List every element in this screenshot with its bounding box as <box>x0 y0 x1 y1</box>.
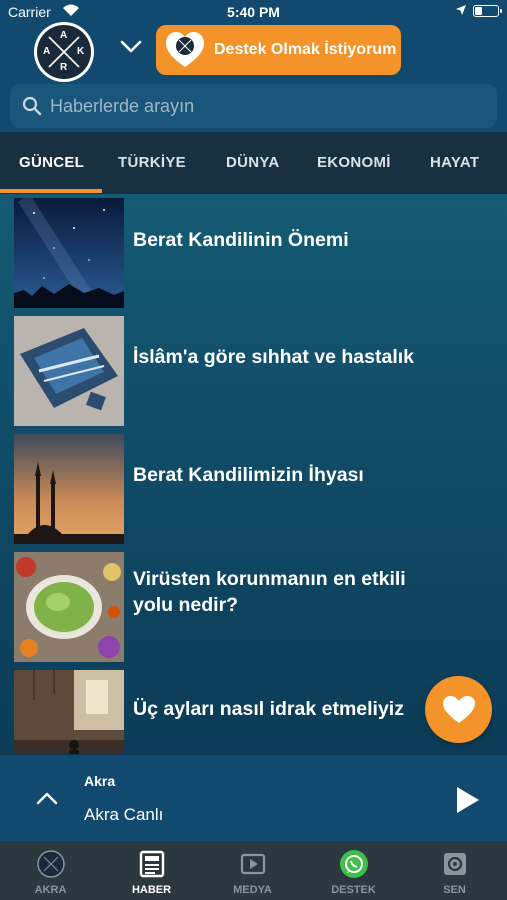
news-list[interactable]: Berat Kandilinin Önemi İslâm'a göre sıhh… <box>0 194 507 754</box>
nav-haber[interactable]: HABER <box>101 841 202 900</box>
support-button-label: Destek Olmak İstiyorum <box>214 41 397 58</box>
category-tabs: GÜNCEL TÜRKİYE DÜNYA EKONOMİ HAYAT <box>0 134 507 194</box>
player-channel: Akra <box>84 773 116 789</box>
nav-label: DESTEK <box>331 884 376 896</box>
nav-destek[interactable]: DESTEK <box>303 841 404 900</box>
list-item[interactable]: Berat Kandilinin Önemi <box>0 194 507 312</box>
akra-logo-icon <box>37 850 65 878</box>
tab-dunya[interactable]: DÜNYA <box>226 154 279 171</box>
article-title[interactable]: Berat Kandilinin Önemi <box>133 227 503 253</box>
article-thumbnail <box>14 198 124 308</box>
support-button[interactable]: Destek Olmak İstiyorum <box>156 25 401 75</box>
list-item[interactable]: Virüsten korunmanın en etkili yolu nedir… <box>0 548 507 666</box>
active-tab-indicator <box>0 189 102 193</box>
tab-hayat[interactable]: HAYAT <box>430 154 479 171</box>
live-player-bar[interactable]: Akra Akra Canlı <box>0 755 507 841</box>
nav-label: SEN <box>443 884 466 896</box>
nav-sen[interactable]: SEN <box>404 841 505 900</box>
media-icon <box>240 853 266 875</box>
search-field[interactable] <box>10 84 497 128</box>
app-header: A K R A Destek Olmak İstiyorum <box>0 22 507 82</box>
article-thumbnail <box>14 552 124 662</box>
settings-icon <box>444 853 466 875</box>
tab-turkiye[interactable]: TÜRKİYE <box>118 154 186 171</box>
status-bar: Carrier 5:40 PM <box>0 0 507 22</box>
akra-logo-mark: A K R A <box>37 25 91 79</box>
logo-letter-left: A <box>43 46 51 57</box>
logo-letter-bottom: R <box>60 62 68 73</box>
search-bar <box>0 82 507 132</box>
list-item[interactable]: Berat Kandilimizin İhyası <box>0 430 507 548</box>
nav-label: AKRA <box>34 884 67 896</box>
play-icon[interactable] <box>455 785 481 815</box>
nav-label: HABER <box>131 884 172 896</box>
article-title-line: Virüsten korunmanın en etkili <box>133 568 406 590</box>
nav-akra[interactable]: AKRA <box>0 841 101 900</box>
location-icon <box>456 5 466 15</box>
tab-guncel[interactable]: GÜNCEL <box>19 154 84 171</box>
article-title[interactable]: Virüsten korunmanın en etkili yolu nedir… <box>133 566 503 618</box>
search-input[interactable] <box>50 95 470 117</box>
heart-logo-icon <box>166 32 204 67</box>
tab-ekonomi[interactable]: EKONOMİ <box>317 154 391 171</box>
article-title[interactable]: İslâm'a göre sıhhat ve hastalık <box>133 344 503 370</box>
status-time: 5:40 PM <box>227 4 280 20</box>
search-icon <box>22 96 42 116</box>
article-thumbnail <box>14 670 124 754</box>
whatsapp-icon <box>340 850 368 878</box>
list-item[interactable]: İslâm'a göre sıhhat ve hastalık <box>0 312 507 430</box>
article-title[interactable]: Berat Kandilimizin İhyası <box>133 462 503 488</box>
nav-medya[interactable]: MEDYA <box>202 841 303 900</box>
akra-logo[interactable]: A K R A <box>34 22 94 82</box>
newspaper-icon <box>139 850 165 878</box>
nav-label: MEDYA <box>233 884 272 896</box>
article-thumbnail <box>14 434 124 544</box>
favorite-button[interactable] <box>425 676 492 743</box>
battery-icon <box>473 5 502 17</box>
heart-icon <box>442 695 475 723</box>
logo-letter-right: K <box>77 46 85 57</box>
bottom-nav: AKRA HABER MEDYA DESTEK SEN <box>0 841 507 900</box>
chevron-up-icon[interactable] <box>36 791 58 805</box>
player-title: Akra Canlı <box>84 805 164 824</box>
article-thumbnail <box>14 316 124 426</box>
article-title-line: yolu nedir? <box>133 594 239 616</box>
logo-letter-top: A <box>60 30 68 41</box>
chevron-down-icon[interactable] <box>120 40 142 54</box>
